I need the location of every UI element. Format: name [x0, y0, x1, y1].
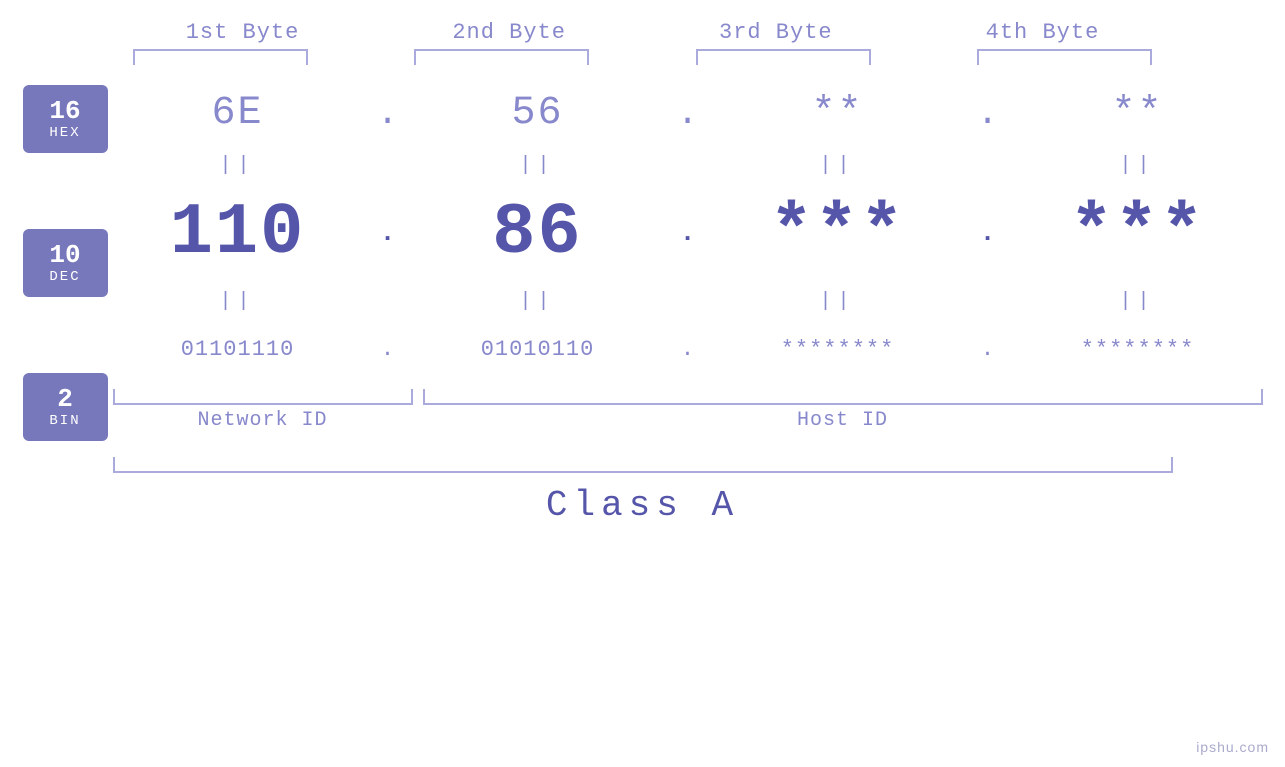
dec-row: 110 . 86 . *** . ***	[113, 183, 1263, 283]
hex-val-4: **	[1111, 91, 1163, 136]
hex-val-1: 6E	[211, 91, 263, 136]
bin-dot-3: .	[963, 337, 1013, 362]
full-bottom-bracket	[113, 457, 1173, 473]
base-badges: 16 HEX 10 DEC 2 BIN	[23, 79, 113, 441]
dec-val-2: 86	[492, 192, 582, 274]
dec-number: 10	[49, 241, 80, 270]
dec-b3: ***	[713, 192, 963, 274]
bin-b2: 01010110	[413, 337, 663, 362]
bracket-bottom-host	[423, 389, 1263, 405]
eq-1-b3: ||	[713, 154, 963, 177]
hex-b4: **	[1013, 91, 1263, 136]
eq-2-b3: ||	[713, 290, 963, 313]
hex-badge: 16 HEX	[23, 85, 108, 153]
dec-val-4: ***	[1070, 192, 1206, 274]
eq-1-b2: ||	[413, 154, 663, 177]
eq-sym-1-2: ||	[519, 154, 555, 177]
dec-val-1: 110	[170, 192, 306, 274]
byte2-header: 2nd Byte	[399, 20, 619, 45]
hex-label: HEX	[49, 125, 80, 141]
bin-dot-1: .	[363, 337, 413, 362]
host-id-label: Host ID	[423, 409, 1263, 432]
eq-sym-1-4: ||	[1119, 154, 1155, 177]
data-section: 6E . 56 . ** . **	[113, 79, 1263, 432]
bracket-top-3	[696, 49, 871, 65]
dec-dot-2: .	[663, 218, 713, 248]
eq-2-b1: ||	[113, 290, 363, 313]
dec-val-3: ***	[770, 192, 906, 274]
hex-val-3: **	[811, 91, 863, 136]
network-id-label: Network ID	[113, 409, 413, 432]
bin-dot-2: .	[663, 337, 713, 362]
id-labels-row: Network ID Host ID	[113, 409, 1263, 432]
bin-val-4: ********	[1081, 337, 1195, 362]
bracket-top-1	[133, 49, 308, 65]
class-label: Class A	[546, 485, 739, 526]
eq-row-1: || || || ||	[113, 147, 1263, 183]
eq-sym-2-3: ||	[819, 290, 855, 313]
eq-2-b4: ||	[1013, 290, 1263, 313]
bin-row: 01101110 . 01010110 . ******** .	[113, 319, 1263, 379]
bin-label: BIN	[49, 413, 80, 429]
byte1-header: 1st Byte	[133, 20, 353, 45]
hex-row: 6E . 56 . ** . **	[113, 79, 1263, 147]
eq-1-b1: ||	[113, 154, 363, 177]
bracket-gap	[413, 389, 423, 405]
dec-badge: 10 DEC	[23, 229, 108, 297]
bin-badge: 2 BIN	[23, 373, 108, 441]
byte4-header: 4th Byte	[932, 20, 1152, 45]
bin-val-3: ********	[781, 337, 895, 362]
bin-b4: ********	[1013, 337, 1263, 362]
hex-val-2: 56	[511, 91, 563, 136]
top-brackets-row	[113, 49, 1173, 65]
eq-1-b4: ||	[1013, 154, 1263, 177]
page-container: 1st Byte 2nd Byte 3rd Byte 4th Byte 16 H…	[0, 0, 1285, 767]
eq-sym-2-4: ||	[1119, 290, 1155, 313]
hex-b2: 56	[413, 91, 663, 136]
hex-b1: 6E	[113, 91, 363, 136]
eq-sym-1-3: ||	[819, 154, 855, 177]
bin-b1: 01101110	[113, 337, 363, 362]
bin-number: 2	[57, 385, 73, 414]
dec-b2: 86	[413, 192, 663, 274]
hex-dot-2: .	[663, 93, 713, 134]
bin-b3: ********	[713, 337, 963, 362]
eq-sym-2-2: ||	[519, 290, 555, 313]
hex-dot-3: .	[963, 93, 1013, 134]
bracket-top-4	[977, 49, 1152, 65]
bracket-bottom-network	[113, 389, 413, 405]
hex-b3: **	[713, 91, 963, 136]
bin-val-1: 01101110	[181, 337, 295, 362]
eq-row-2: || || || ||	[113, 283, 1263, 319]
content-row: 16 HEX 10 DEC 2 BIN 6E	[23, 79, 1263, 441]
dec-b1: 110	[113, 192, 363, 274]
bin-val-2: 01010110	[481, 337, 595, 362]
bottom-brackets	[113, 389, 1263, 405]
eq-2-b2: ||	[413, 290, 663, 313]
dec-dot-1: .	[363, 218, 413, 248]
eq-sym-2-1: ||	[219, 290, 255, 313]
dec-b4: ***	[1013, 192, 1263, 274]
hex-dot-1: .	[363, 93, 413, 134]
dec-dot-3: .	[963, 218, 1013, 248]
watermark: ipshu.com	[1196, 739, 1269, 755]
hex-number: 16	[49, 97, 80, 126]
bracket-top-2	[414, 49, 589, 65]
byte-headers-row: 1st Byte 2nd Byte 3rd Byte 4th Byte	[113, 20, 1173, 45]
eq-sym-1-1: ||	[219, 154, 255, 177]
dec-label: DEC	[49, 269, 80, 285]
byte3-header: 3rd Byte	[666, 20, 886, 45]
